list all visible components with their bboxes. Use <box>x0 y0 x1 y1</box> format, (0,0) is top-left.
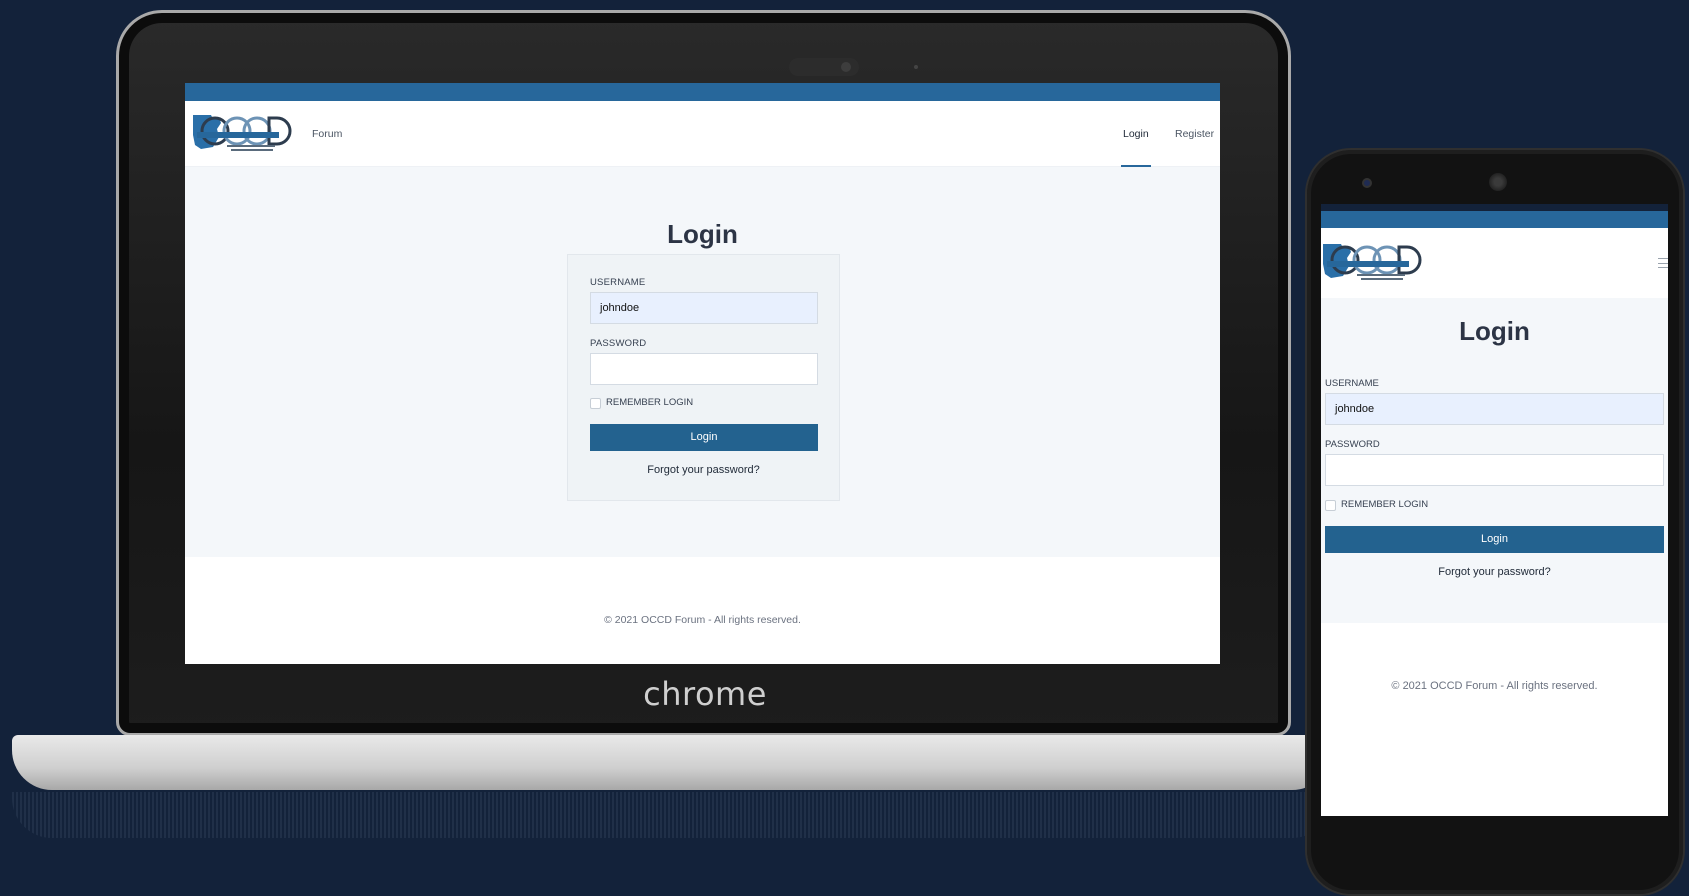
login-form: USERNAME johndoe PASSWORD REMEMBER LOGIN… <box>567 254 840 501</box>
top-accent-bar <box>185 83 1220 101</box>
laptop-base <box>12 735 1332 790</box>
mobile-navbar <box>1321 228 1668 298</box>
main-content: Login USERNAME johndoe PASSWORD REMEMBER… <box>185 167 1220 557</box>
phone-camera <box>1362 178 1372 188</box>
page-title: Login <box>1459 316 1530 346</box>
footer-copyright: © 2021 OCCD Forum - All rights reserved. <box>604 614 801 626</box>
username-label: USERNAME <box>1325 378 1379 389</box>
remember-login-label[interactable]: REMEMBER LOGIN <box>1341 499 1428 510</box>
top-accent-bar <box>1321 211 1668 228</box>
password-field[interactable] <box>590 353 818 385</box>
laptop-reflection <box>12 792 1332 838</box>
username-label: USERNAME <box>590 277 646 288</box>
login-button[interactable]: Login <box>1325 526 1664 553</box>
hamburger-menu-icon[interactable] <box>1658 258 1668 268</box>
occd-logo[interactable] <box>191 111 295 157</box>
footer: © 2021 OCCD Forum - All rights reserved. <box>1321 623 1668 816</box>
forgot-password-link[interactable]: Forgot your password? <box>1321 566 1668 578</box>
forgot-password-link[interactable]: Forgot your password? <box>568 464 839 476</box>
laptop-camera <box>789 58 859 76</box>
occd-logo[interactable] <box>1321 240 1425 286</box>
navbar: Forum Login Register <box>185 101 1220 167</box>
footer: © 2021 OCCD Forum - All rights reserved. <box>185 557 1220 664</box>
footer-copyright: © 2021 OCCD Forum - All rights reserved. <box>1391 680 1598 692</box>
password-label: PASSWORD <box>1325 439 1380 450</box>
laptop-brand-label: chrome <box>643 675 767 713</box>
mobile-main-content: Login USERNAME johndoe PASSWORD REMEMBER… <box>1321 298 1668 623</box>
remember-login-checkbox[interactable] <box>590 398 601 409</box>
username-field[interactable]: johndoe <box>590 292 818 324</box>
username-field[interactable]: johndoe <box>1325 393 1664 425</box>
laptop-screen: Forum Login Register Login USERNAME john… <box>185 83 1220 664</box>
password-label: PASSWORD <box>590 338 647 349</box>
remember-login-label[interactable]: REMEMBER LOGIN <box>606 397 693 408</box>
page-title: Login <box>667 219 738 249</box>
phone-speaker <box>1489 173 1507 191</box>
nav-link-forum[interactable]: Forum <box>312 128 342 140</box>
nav-link-login[interactable]: Login <box>1123 128 1149 140</box>
phone-status-strip <box>1321 204 1668 211</box>
remember-login-checkbox[interactable] <box>1325 500 1336 511</box>
laptop-sensor <box>914 65 918 69</box>
password-field[interactable] <box>1325 454 1664 486</box>
phone-screen: Login USERNAME johndoe PASSWORD REMEMBER… <box>1321 204 1668 816</box>
nav-link-register[interactable]: Register <box>1175 128 1214 140</box>
login-button[interactable]: Login <box>590 424 818 451</box>
